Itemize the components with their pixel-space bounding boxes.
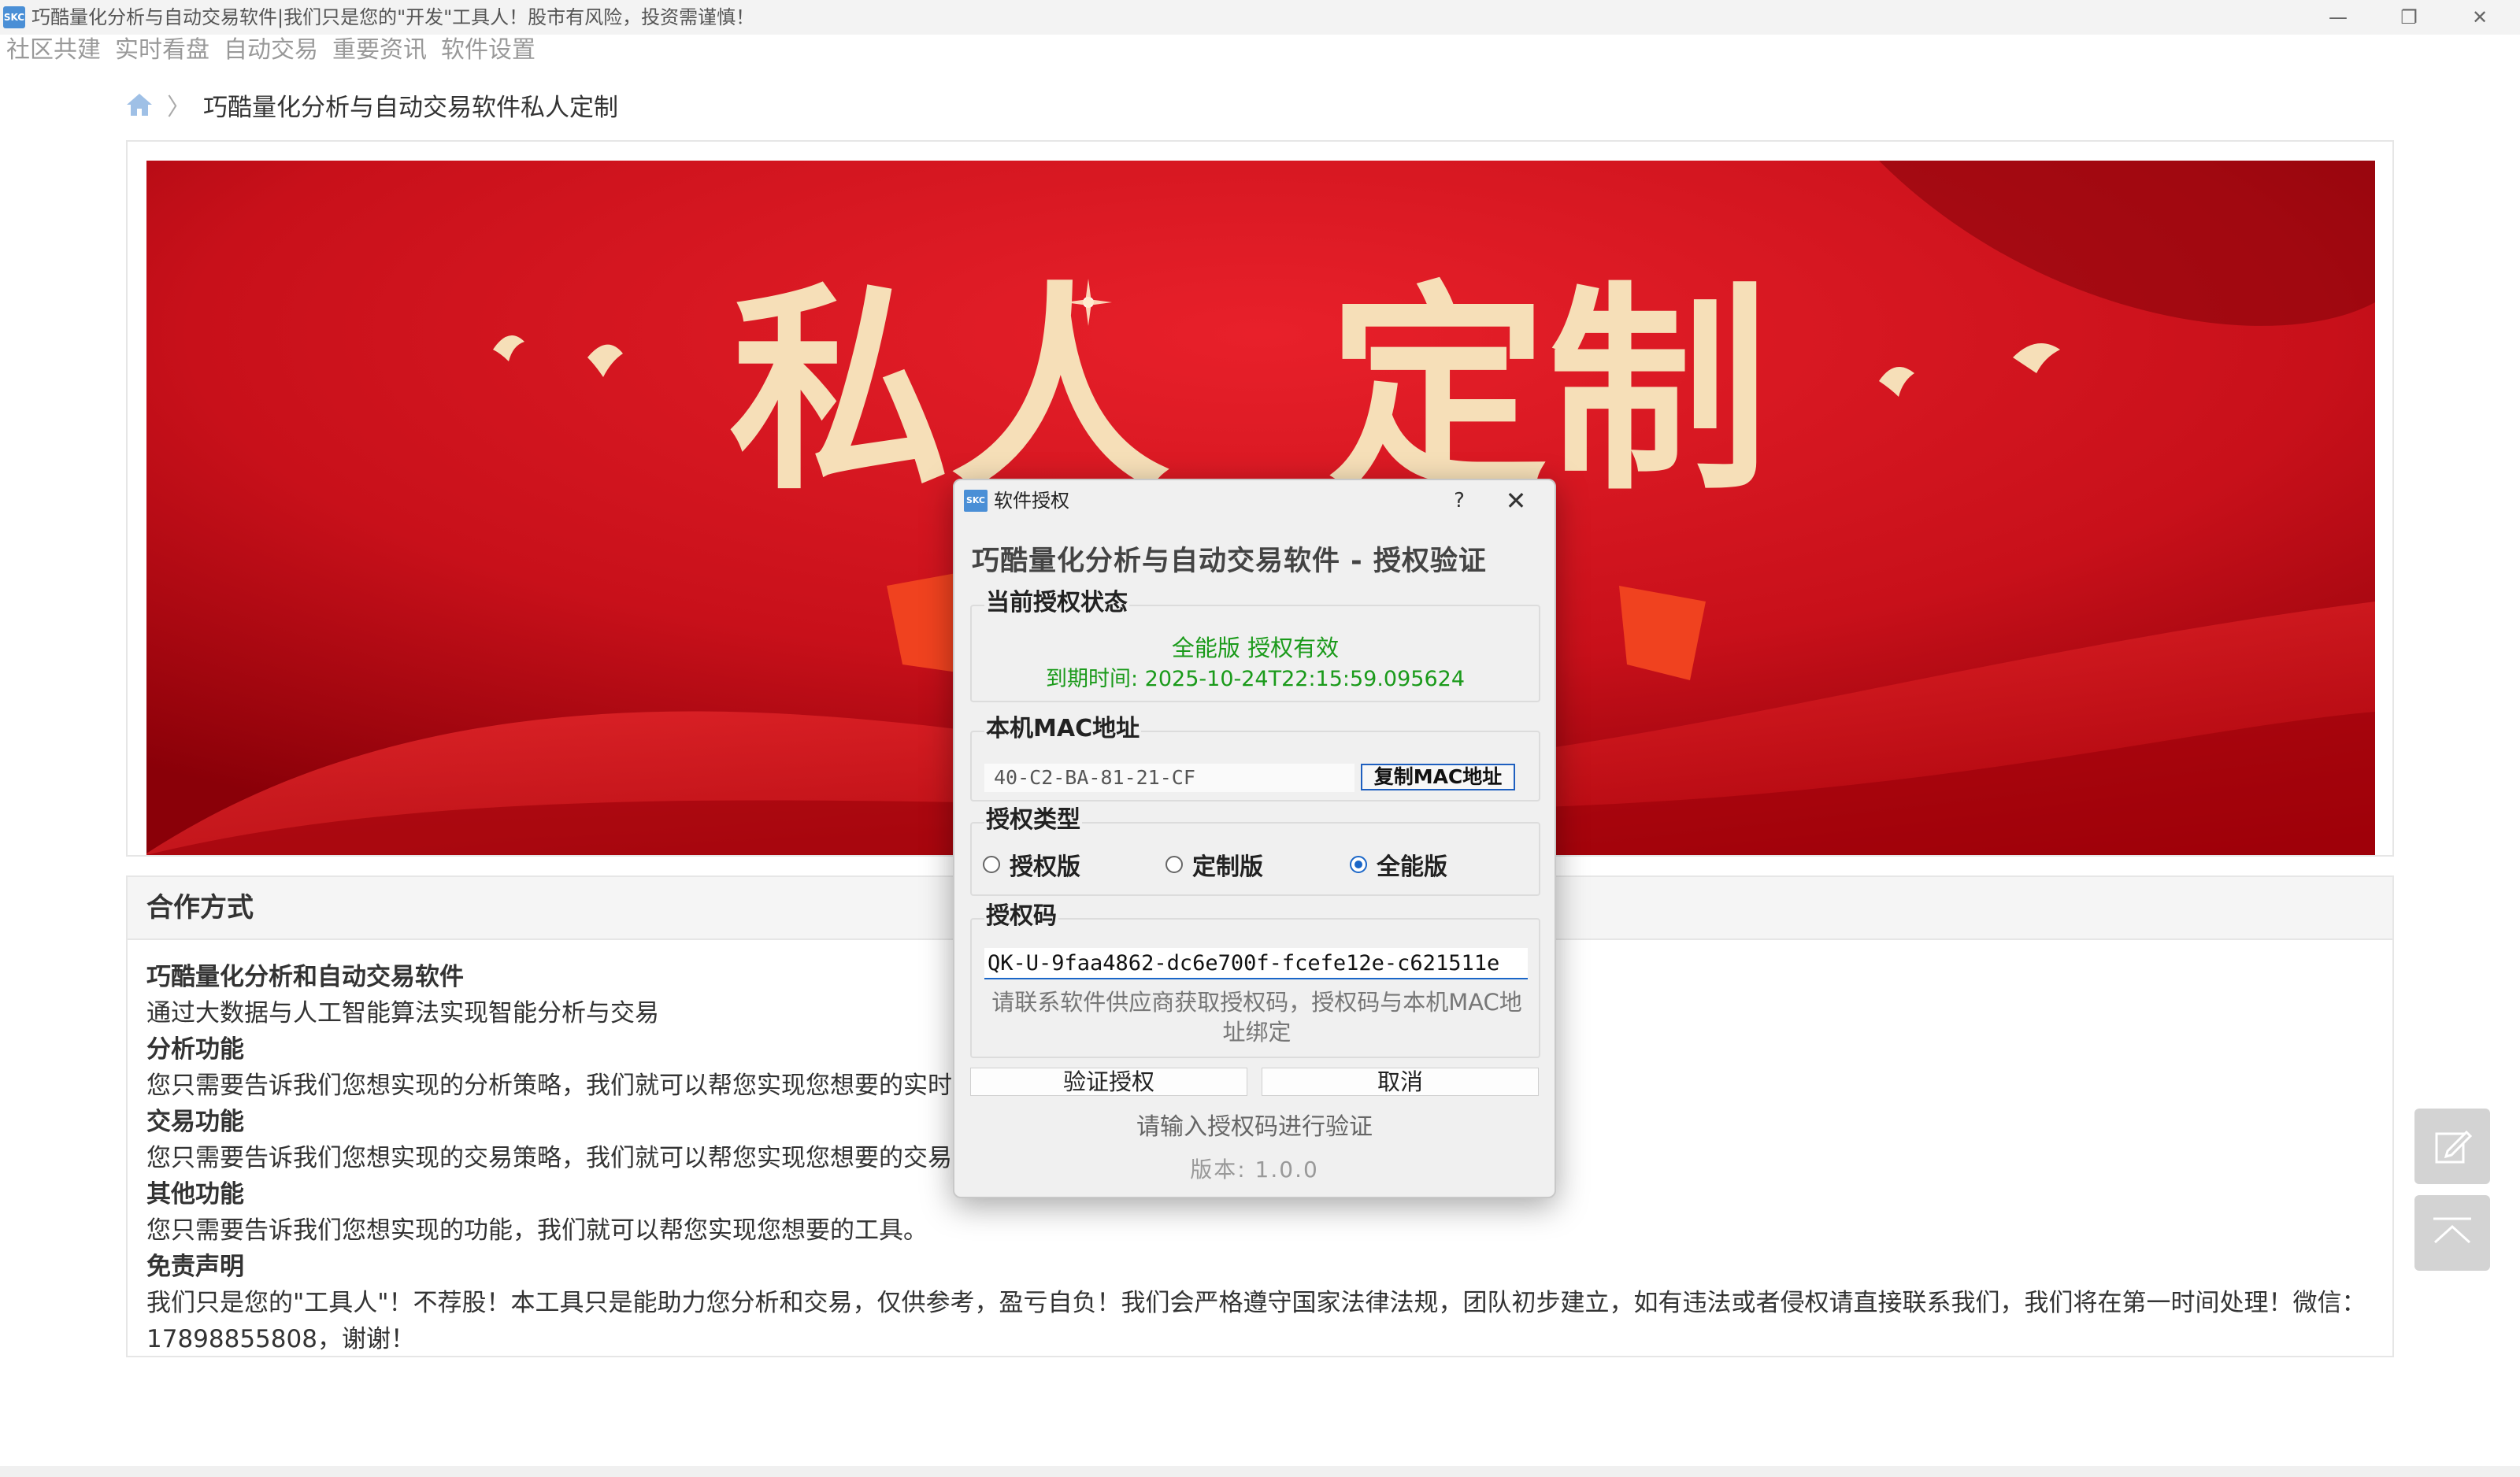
radio-custom-label: 定制版 [1192,853,1263,881]
dialog-app-icon: SKC [964,490,988,512]
window-title-bar: SKC 巧酷量化分析与自动交易软件|我们只是您的"开发"工具人！股市有风险，投资… [0,0,2520,35]
radio-full[interactable]: 全能版 [1350,847,1447,882]
menu-auto-trade[interactable]: 自动交易 [224,35,318,66]
menu-bar: 社区共建 实时看盘 自动交易 重要资讯 软件设置 [0,35,2520,66]
menu-news[interactable]: 重要资讯 [332,35,427,66]
edit-float-button[interactable] [2414,1109,2490,1184]
section-text: 您只需要告诉我们您想实现的功能，我们就可以帮您实现您想要的工具。 [146,1216,928,1245]
app-logo-icon: SKC [3,6,25,28]
edit-icon [2435,1130,2473,1164]
license-expiry: 到期时间: 2025-10-24T22:15:59.095624 [1046,667,1465,691]
radio-full-label: 全能版 [1377,853,1447,881]
mac-group: 本机MAC地址 40-C2-BA-81-21-CF 复制MAC地址 [970,715,1540,801]
radio-custom-indicator[interactable] [1166,856,1183,873]
license-code-hint: 请联系软件供应商获取授权码，授权码与本机MAC地址绑定 [991,989,1522,1046]
menu-community[interactable]: 社区共建 [6,35,101,66]
menu-settings[interactable]: 软件设置 [441,35,536,66]
dialog-title: 软件授权 [994,490,1069,512]
status-group-title: 当前授权状态 [984,589,1129,617]
back-to-top-icon [2433,1217,2471,1244]
radio-authorized-indicator[interactable] [983,856,1000,873]
license-type-title: 授权类型 [984,806,1082,835]
breadcrumb-separator: 〉 [167,94,191,121]
page-title: 巧酷量化分析与自动交易软件私人定制 [203,93,618,122]
radio-authorized-label: 授权版 [1010,853,1080,881]
mac-address-field[interactable]: 40-C2-BA-81-21-CF [984,764,1354,792]
dialog-close-button[interactable]: ✕ [1496,485,1536,516]
cancel-button[interactable]: 取消 [1262,1068,1539,1096]
radio-authorized[interactable]: 授权版 [983,847,1080,882]
license-dialog: SKC 软件授权 ? ✕ 巧酷量化分析与自动交易软件 - 授权验证 当前授权状态… [953,479,1556,1198]
menu-realtime[interactable]: 实时看盘 [115,35,209,66]
radio-full-indicator[interactable] [1350,856,1367,873]
radio-custom[interactable]: 定制版 [1166,847,1263,882]
license-status: 全能版 授权有效 [1171,635,1340,661]
disclaimer-text: 我们只是您的"工具人"！不荐股！本工具只是能助力您分析和交易，仅供参考，盈亏自负… [146,1289,2366,1353]
home-icon[interactable] [124,91,154,118]
window-title: 巧酷量化分析与自动交易软件|我们只是您的"开发"工具人！股市有风险，投资需谨慎！ [32,6,755,28]
breadcrumb: 〉 巧酷量化分析与自动交易软件私人定制 [124,85,618,124]
copy-mac-button[interactable]: 复制MAC地址 [1361,764,1515,790]
status-message: 请输入授权码进行验证 [1136,1113,1373,1141]
section-title: 免责声明 [146,1253,244,1281]
license-code-group: 授权码 QK-U-9faa4862-dc6e700f-fcefe12e-c621… [970,902,1540,1058]
status-group: 当前授权状态 全能版 授权有效 到期时间: 2025-10-24T22:15:5… [970,589,1540,702]
bottom-scroll-strip [0,1466,2520,1477]
license-code-title: 授权码 [984,902,1058,931]
restore-button[interactable]: ❐ [2374,0,2444,35]
close-window-button[interactable]: ✕ [2444,0,2515,35]
dialog-title-bar: SKC 软件授权 ? ✕ [954,480,1555,521]
minimize-button[interactable]: — [2303,0,2374,35]
verify-button[interactable]: 验证授权 [970,1068,1247,1096]
dialog-heading: 巧酷量化分析与自动交易软件 - 授权验证 [972,546,1487,577]
license-type-group: 授权类型 授权版 定制版 全能版 [970,806,1540,896]
mac-group-title: 本机MAC地址 [984,715,1142,743]
back-to-top-button[interactable] [2414,1195,2490,1271]
version-label: 版本: 1.0.0 [1190,1157,1319,1183]
help-button[interactable]: ? [1440,487,1479,515]
license-code-input[interactable]: QK-U-9faa4862-dc6e700f-fcefe12e-c621511e [984,948,1528,979]
